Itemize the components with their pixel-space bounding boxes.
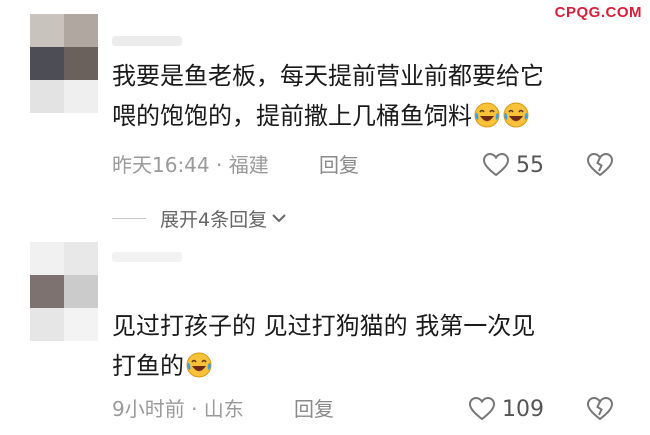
reply-button[interactable]: 回复: [294, 394, 334, 424]
like-count: 109: [502, 396, 544, 422]
like-button[interactable]: 55: [482, 150, 544, 180]
heart-outline-icon: [482, 152, 510, 177]
divider-line: [112, 217, 146, 219]
username-blurred: [112, 36, 182, 46]
broken-heart-icon[interactable]: [586, 396, 614, 422]
laughing-crying-emoji-icon: [503, 102, 529, 128]
comment-text-line-2: 喂的饱饱的，提前撒上几桶鱼饲料: [112, 102, 472, 130]
avatar[interactable]: [30, 242, 98, 342]
comment-text-line-2: 打鱼的: [112, 352, 184, 380]
expand-replies-label: 展开4条回复: [160, 208, 268, 231]
expand-replies-button[interactable]: 展开4条回复: [112, 204, 287, 232]
comment-item: 见过打孩子的 见过打狗猫的 我第一次见 打鱼的 9小时前 · 山东 回复 109: [0, 238, 650, 435]
time-location: 9小时前 · 山东: [112, 397, 244, 421]
comment-meta: 昨天16:44 · 福建 回复 55: [112, 150, 650, 180]
comment-text: 见过打孩子的 见过打狗猫的 我第一次见 打鱼的: [112, 306, 632, 386]
broken-heart-icon[interactable]: [586, 152, 614, 178]
reply-button[interactable]: 回复: [319, 150, 359, 180]
username-blurred: [112, 252, 182, 262]
heart-outline-icon: [468, 396, 496, 421]
comment-meta: 9小时前 · 山东 回复 109: [112, 394, 650, 424]
comment-text-line-1: 见过打孩子的 见过打狗猫的 我第一次见: [112, 312, 536, 340]
comment-item: 我要是鱼老板，每天提前营业前都要给它 喂的饱饱的，提前撒上几桶鱼饲料 昨天16:…: [0, 0, 650, 250]
chevron-down-icon: [272, 214, 286, 223]
comment-text: 我要是鱼老板，每天提前营业前都要给它 喂的饱饱的，提前撒上几桶鱼饲料: [112, 56, 632, 136]
comment-text-line-1: 我要是鱼老板，每天提前营业前都要给它: [112, 62, 544, 90]
like-count: 55: [516, 152, 544, 178]
avatar[interactable]: [30, 14, 98, 114]
time-location: 昨天16:44 · 福建: [112, 153, 269, 177]
laughing-crying-emoji-icon: [186, 352, 212, 378]
like-button[interactable]: 109: [468, 394, 544, 424]
laughing-crying-emoji-icon: [474, 102, 500, 128]
